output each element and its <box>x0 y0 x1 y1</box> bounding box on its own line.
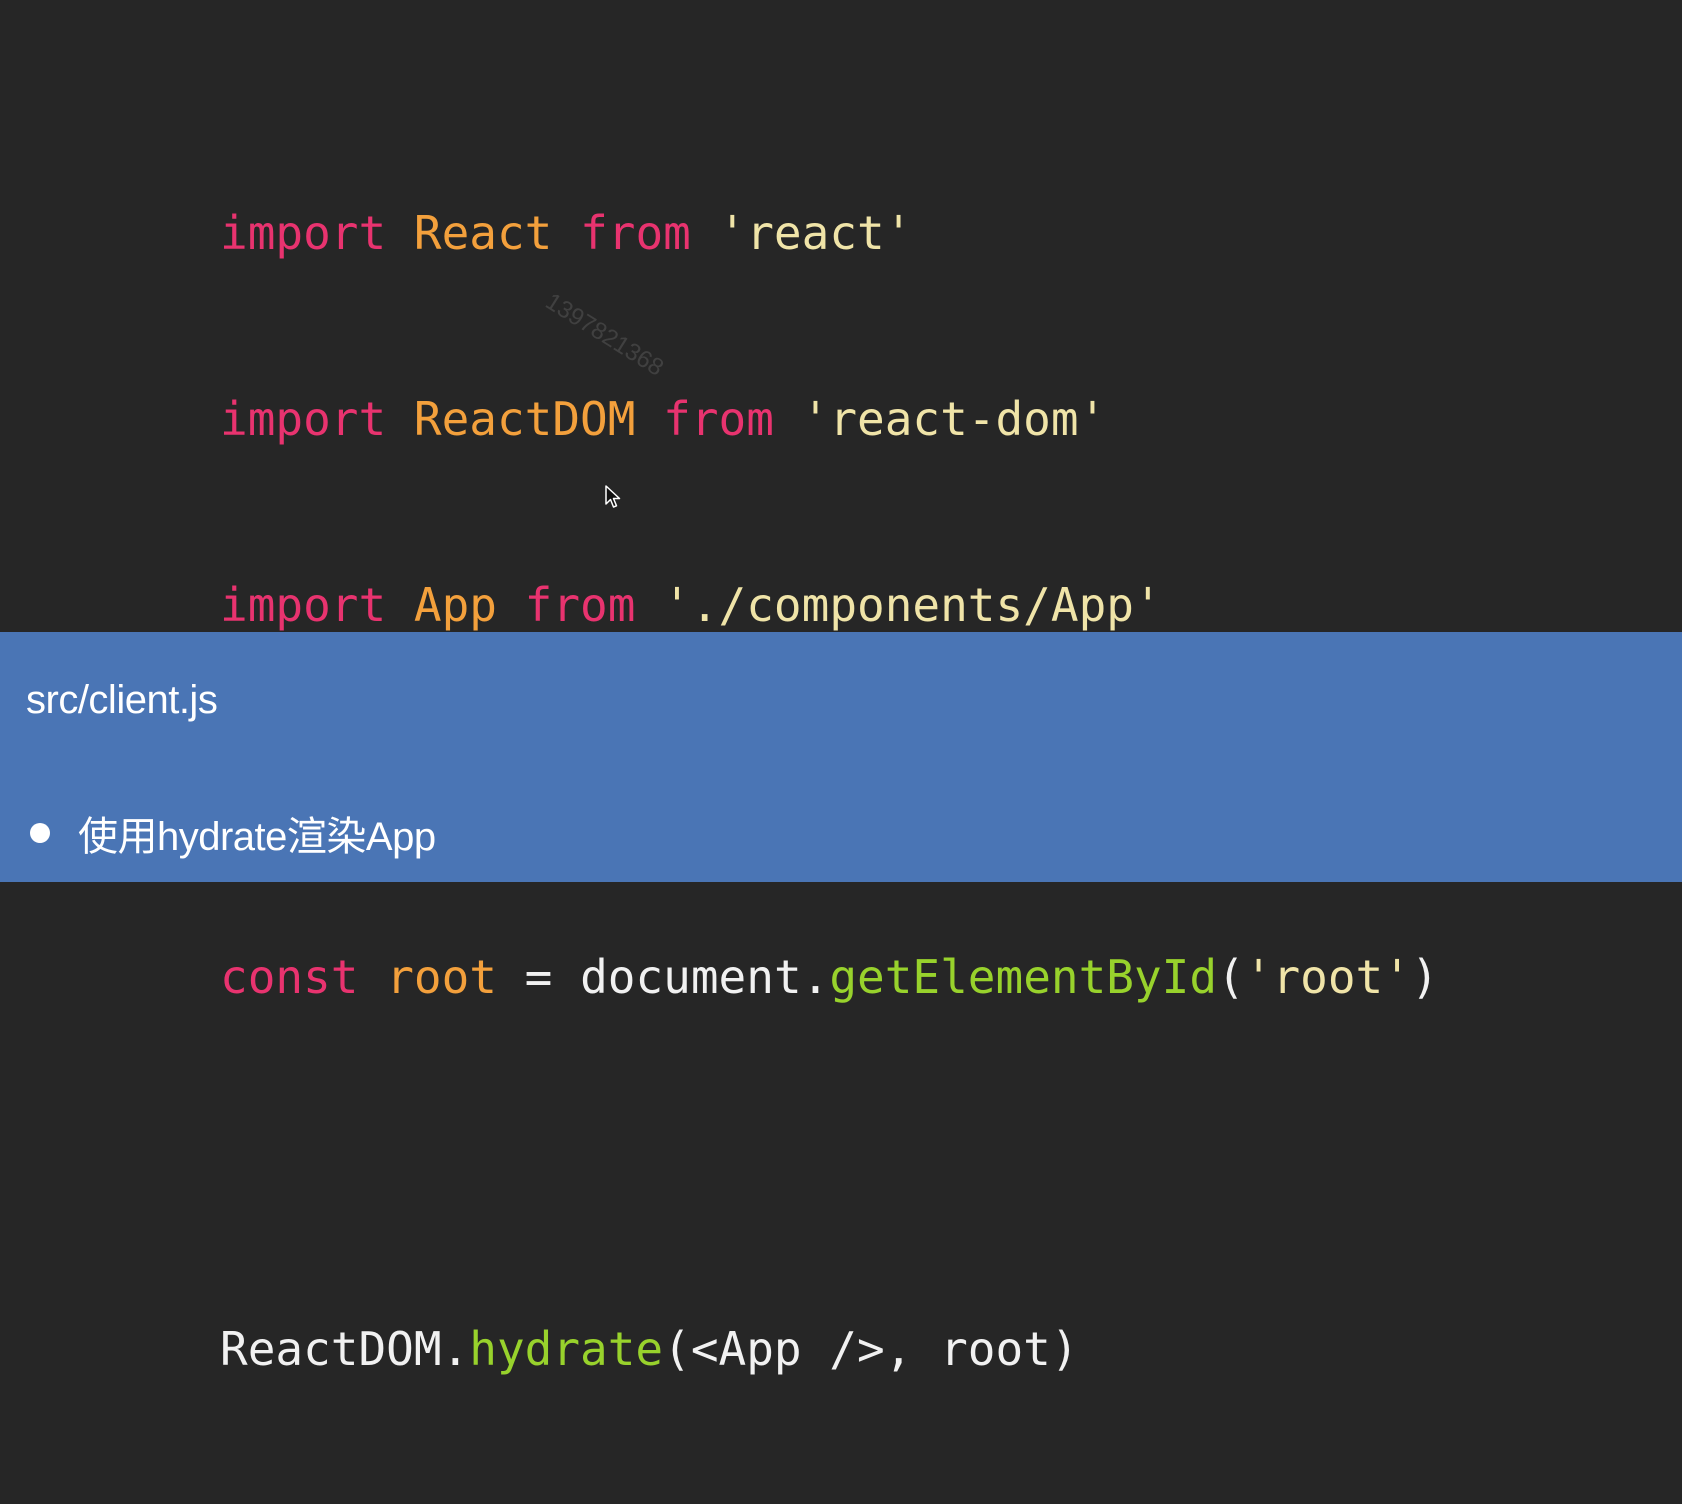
bullet-text: 使用hydrate渲染App <box>78 815 436 859</box>
keyword: from <box>580 206 691 260</box>
bullet-dot-icon <box>30 823 50 843</box>
operator: = <box>524 950 553 1004</box>
file-name-label: src/client.js <box>26 678 218 722</box>
keyword: import <box>220 392 387 446</box>
keyword: import <box>220 206 387 260</box>
string-literal: 'root' <box>1244 950 1411 1004</box>
string-literal: 'react' <box>718 206 913 260</box>
object-ref: ReactDOM. <box>220 1322 470 1376</box>
info-panel: src/client.js 使用hydrate渲染App <box>0 632 1682 882</box>
bullet-item: 使用hydrate渲染App <box>30 804 436 862</box>
code-line-3: import App from './components/App' <box>220 574 1439 636</box>
keyword: from <box>524 578 636 632</box>
keyword: import <box>220 578 387 632</box>
identifier: root <box>386 950 497 1004</box>
code-panel: import React from 'react' import ReactDO… <box>0 0 1682 1376</box>
keyword: const <box>220 950 359 1004</box>
mouse-pointer-icon <box>605 485 621 508</box>
keyword: from <box>663 392 774 446</box>
identifier: App <box>413 578 497 632</box>
call-arguments: (<App />, root) <box>663 1322 1079 1376</box>
function-name: getElementById <box>829 950 1218 1004</box>
identifier: ReactDOM <box>413 392 636 446</box>
code-line-2: import ReactDOM from 'react-dom' <box>220 388 1439 450</box>
code-line-4: const root = document.getElementById('ro… <box>220 946 1439 1008</box>
code-line-5: ReactDOM.hydrate(<App />, root) <box>220 1318 1439 1380</box>
slide: import React from 'react' import ReactDO… <box>0 0 1682 1376</box>
function-name: hydrate <box>469 1322 664 1376</box>
paren-close: ) <box>1410 950 1439 1004</box>
paren-open: ( <box>1217 950 1245 1004</box>
string-literal: './components/App' <box>663 578 1162 632</box>
code-line-1: import React from 'react' <box>220 202 1439 264</box>
identifier: React <box>413 206 553 260</box>
string-literal: 'react-dom' <box>801 392 1107 446</box>
object-ref: document. <box>580 950 830 1004</box>
